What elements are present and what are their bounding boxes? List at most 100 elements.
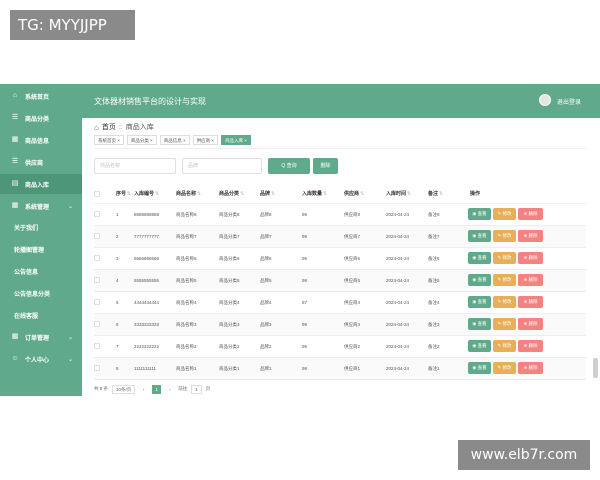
sidebar-item-orders[interactable]: ▦ 订单管理 ⌄ (0, 327, 82, 347)
view-button[interactable]: ◉ 查看 (468, 340, 491, 352)
view-button[interactable]: ◉ 查看 (468, 208, 491, 220)
table-header-cell[interactable]: 入库编号⇅ (134, 190, 159, 197)
screenshot-stage: TG: MYYJJPP ⌂ 系统首页 ☰ 商品分类 ▦ 商品信息 ☰ 供应商 ▤… (0, 0, 600, 480)
tag-home[interactable]: 系统首页 × (94, 135, 124, 145)
view-button[interactable]: ◉ 查看 (468, 318, 491, 330)
view-button-label: 查看 (477, 365, 487, 370)
delete-button[interactable]: ⊗ 删除 (518, 340, 543, 352)
view-button-label: 查看 (477, 321, 487, 326)
table-cell: 2 (116, 234, 119, 239)
sidebar-subitem-service[interactable]: 在线客服 (0, 305, 82, 325)
sidebar-item-home[interactable]: ⌂ 系统首页 (0, 86, 82, 106)
pagination-total: 共 8 条 (94, 386, 109, 391)
edit-button[interactable]: ✎ 修改 (493, 208, 516, 220)
sidebar-item-label: 订单管理 (25, 335, 50, 342)
table-cell: 5 (116, 300, 119, 305)
table-cell: 99 (302, 366, 308, 371)
delete-button[interactable]: ⊗ 删除 (518, 208, 543, 220)
table-cell: 供应商6 (344, 256, 361, 261)
edit-button[interactable]: ✎ 修改 (493, 230, 516, 242)
sidebar-item-category[interactable]: ☰ 商品分类 (0, 108, 82, 128)
table-header-cell[interactable]: 入库数量⇅ (302, 190, 327, 197)
sidebar-subitem-about[interactable]: 关于我们 (0, 217, 82, 237)
batch-delete-button[interactable]: 删除 (313, 158, 338, 174)
row-checkbox[interactable] (94, 211, 100, 217)
table-cell: 1111111111 (134, 366, 157, 371)
table-cell: 商品名称4 (176, 300, 197, 305)
table-cell: 2024-04-24 (386, 234, 410, 239)
next-page-button[interactable]: › (165, 385, 174, 394)
tag-stock-in[interactable]: 商品入库 × (221, 135, 251, 145)
tag-supplier[interactable]: 供应商 × (192, 135, 219, 145)
table-header-cell[interactable]: 商品名称⇅ (176, 190, 201, 197)
delete-button-label: 删除 (528, 233, 538, 238)
table-header-cell[interactable]: 商品分类⇅ (219, 190, 244, 197)
row-checkbox[interactable] (94, 277, 100, 283)
table-header-cell[interactable]: 序号⇅ (116, 190, 131, 197)
sidebar-item-stock-in[interactable]: ▤ 商品入库 (0, 174, 82, 194)
brand-input[interactable]: 品牌 (182, 158, 262, 174)
edit-button[interactable]: ✎ 修改 (493, 340, 516, 352)
row-checkbox[interactable] (94, 299, 100, 305)
sidebar-item-profile[interactable]: ☺ 个人中心 ⌄ (0, 349, 82, 369)
logout-link[interactable]: 退出登录 (557, 97, 581, 106)
delete-button[interactable]: ⊗ 删除 (518, 362, 543, 374)
row-checkbox[interactable] (94, 343, 100, 349)
sidebar-subitem-notice-category[interactable]: 公告信息分类 (0, 283, 82, 303)
tag-goods[interactable]: 商品信息 × (159, 135, 190, 145)
prev-page-button[interactable]: ‹ (139, 385, 148, 394)
sidebar-subitem-carousel[interactable]: 轮播图管理 (0, 239, 82, 259)
delete-button[interactable]: ⊗ 删除 (518, 274, 543, 286)
sidebar-item-supplier[interactable]: ☰ 供应商 (0, 152, 82, 172)
view-button[interactable]: ◉ 查看 (468, 362, 491, 374)
main-content: ⌂ 首页 :: 商品入库 系统首页 × 商品分类 × 商品信息 × 供应商 × … (82, 118, 600, 396)
view-button[interactable]: ◉ 查看 (468, 230, 491, 242)
edit-button[interactable]: ✎ 修改 (493, 296, 516, 308)
table-cell: 99 (302, 212, 308, 217)
delete-button[interactable]: ⊗ 删除 (518, 318, 543, 330)
table-row: 7 2222222222 商品名称2 商品分类2 品牌2 99 供应商2 2024-04-24… (94, 336, 586, 358)
avatar[interactable] (539, 94, 551, 106)
view-button[interactable]: ◉ 查看 (468, 252, 491, 264)
row-checkbox[interactable] (94, 255, 100, 261)
edit-button[interactable]: ✎ 修改 (493, 318, 516, 330)
table-header-cell[interactable]: 入库时间⇅ (386, 190, 411, 197)
row-checkbox[interactable] (94, 365, 100, 371)
row-checkbox[interactable] (94, 233, 100, 239)
table-cell: 3 (116, 256, 119, 261)
sidebar-item-system[interactable]: ▦ 系统管理 ⌄ (0, 196, 82, 216)
delete-button[interactable]: ⊗ 删除 (518, 296, 543, 308)
table-cell: 品牌2 (260, 344, 272, 349)
select-all-checkbox[interactable] (94, 191, 100, 197)
table-cell: 品牌5 (260, 278, 272, 283)
delete-button-label: 删除 (528, 299, 538, 304)
edit-button[interactable]: ✎ 修改 (493, 274, 516, 286)
tag-category[interactable]: 商品分类 × (126, 135, 157, 145)
sidebar-item-goods[interactable]: ▦ 商品信息 (0, 130, 82, 150)
table-header-cell[interactable]: 备注⇅ (428, 190, 443, 197)
search-button[interactable]: Q 查询 (268, 158, 310, 174)
table-header-cell[interactable]: 品牌⇅ (260, 190, 275, 197)
delete-button[interactable]: ⊗ 删除 (518, 230, 543, 242)
goto-page-input[interactable]: 1 (191, 384, 202, 394)
table-header-cell[interactable]: 供应商⇅ (344, 190, 364, 197)
goods-name-input[interactable]: 商品名称 (94, 158, 176, 174)
table-cell: 2222222222 (134, 344, 160, 349)
delete-button-label: 删除 (528, 211, 538, 216)
edit-button[interactable]: ✎ 修改 (493, 362, 516, 374)
view-button[interactable]: ◉ 查看 (468, 274, 491, 286)
edit-button[interactable]: ✎ 修改 (493, 252, 516, 264)
table-cell: 2024-04-24 (386, 278, 410, 283)
page-number[interactable]: 1 (152, 384, 162, 394)
view-button[interactable]: ◉ 查看 (468, 296, 491, 308)
delete-button[interactable]: ⊗ 删除 (518, 252, 543, 264)
breadcrumb-home[interactable]: 首页 (102, 122, 116, 132)
row-checkbox[interactable] (94, 321, 100, 327)
scrollbar[interactable] (593, 358, 598, 378)
sidebar-subitem-notice[interactable]: 公告信息 (0, 261, 82, 281)
table-cell: 备注7 (428, 234, 440, 239)
sidebar-item-label: 供应商 (25, 160, 44, 167)
table-cell: 品牌1 (260, 366, 272, 371)
delete-button-label: 删除 (528, 277, 538, 282)
page-size-select[interactable]: 10条/页 (112, 384, 136, 394)
